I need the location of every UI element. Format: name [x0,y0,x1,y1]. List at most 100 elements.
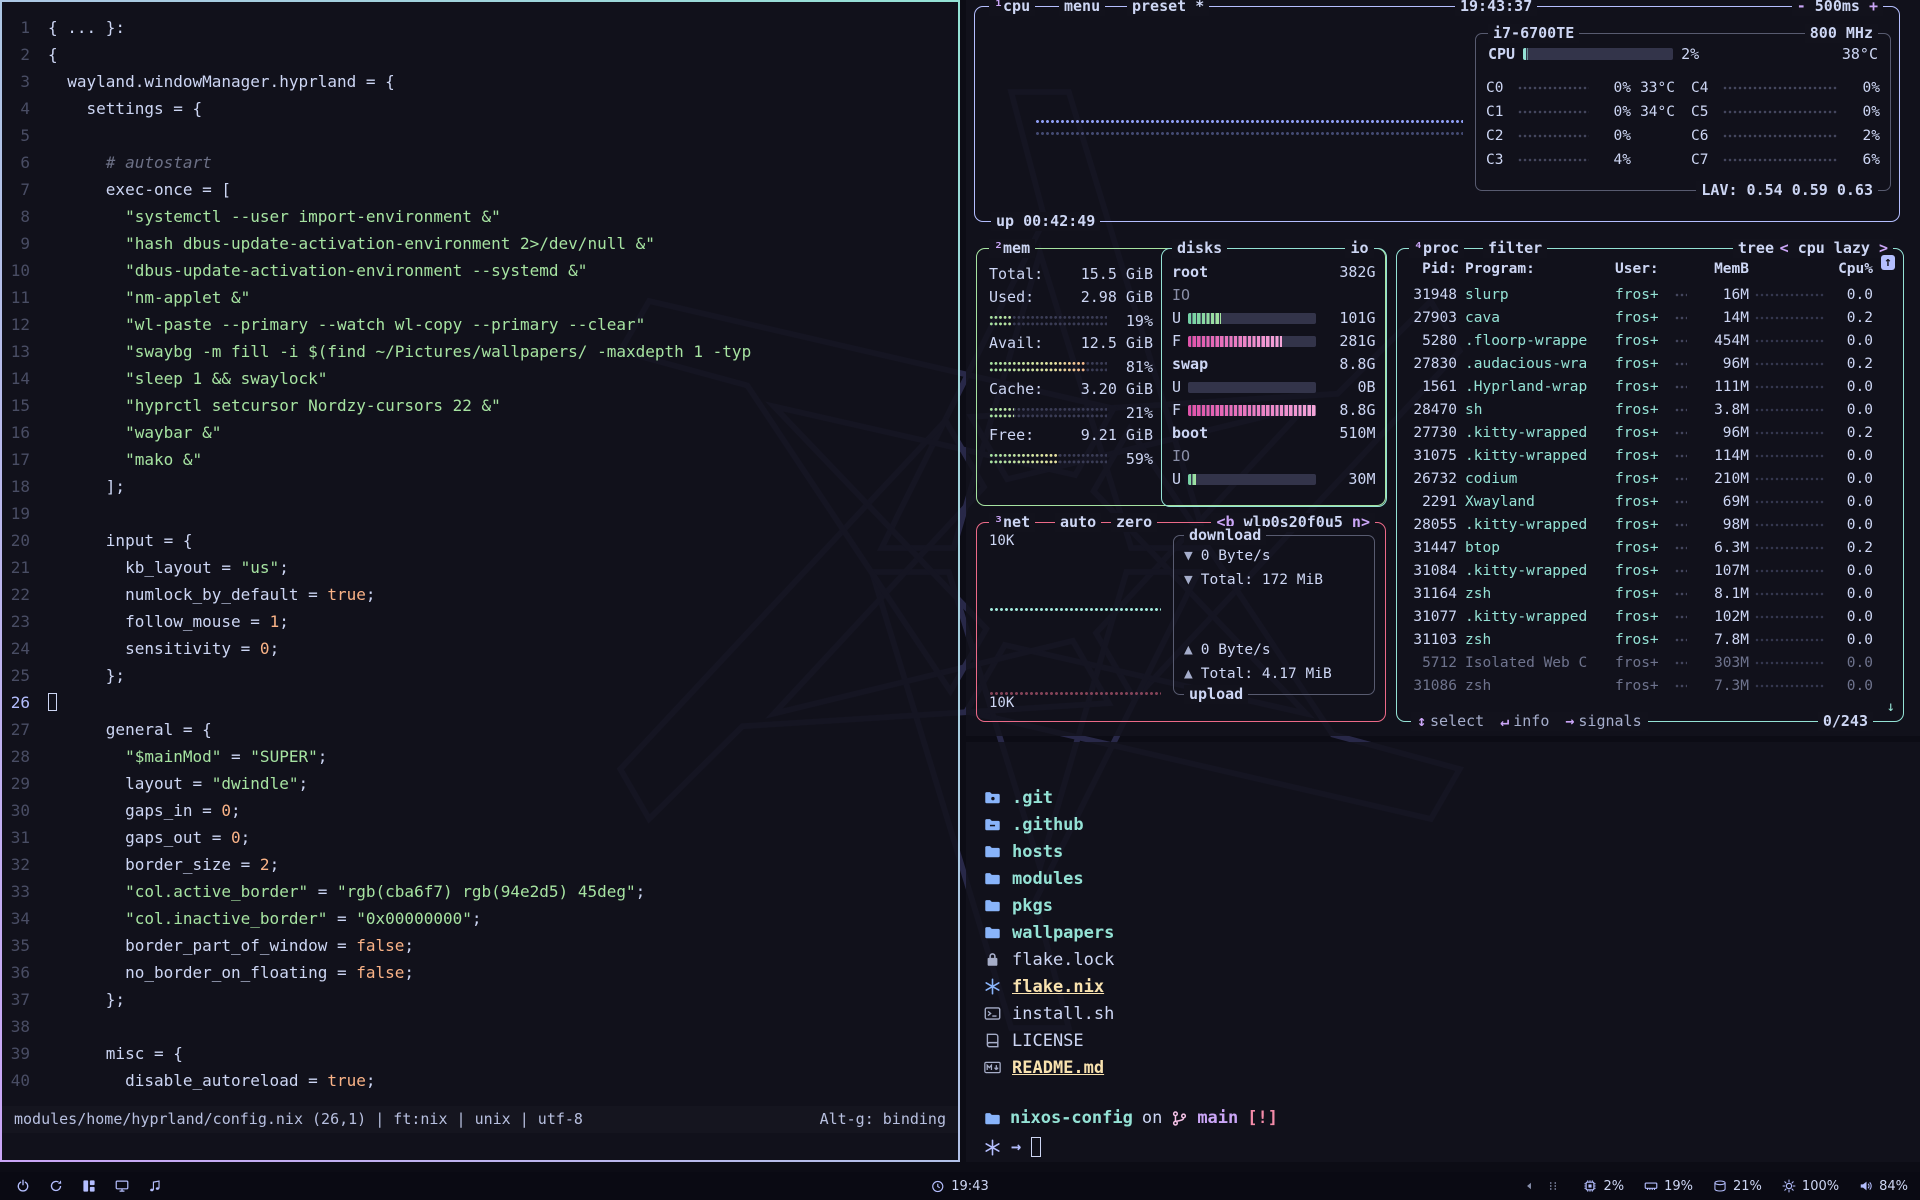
interval-plus-button[interactable]: + [1869,0,1878,15]
sort-prev-button[interactable]: < [1780,239,1789,257]
process-row[interactable]: 26732codiumfros+210M0.0 [1399,467,1901,490]
cpu-frequency: 800 MHz [1805,24,1878,43]
shell-prompt: nixos-config on main [!] [984,1108,1278,1128]
cpu-box-number: ¹ [994,0,1003,15]
core-percent: 0% [1844,104,1880,120]
process-row[interactable]: 27730.kitty-wrappedfros+96M0.2 [1399,421,1901,444]
iface-next-button[interactable]: n> [1343,513,1370,531]
leader-dots [1675,311,1687,325]
tray-dots-icon[interactable] [1547,1180,1559,1192]
proc-header-pid[interactable]: Pid: [1409,261,1465,277]
process-cpu: 0.2 [1831,540,1873,556]
process-row[interactable]: 28055.kitty-wrappedfros+98M0.0 [1399,513,1901,536]
process-row[interactable]: 31086zshfros+7.3M0.0 [1399,674,1901,697]
display-icon[interactable] [115,1179,129,1193]
leader-dots [1675,426,1687,440]
btop-pane[interactable]: ¹cpu menu preset * 19:43:37 - 500ms + i7… [966,0,1920,736]
btop-menu-button[interactable]: menu [1059,0,1105,16]
btop-tab-mem[interactable]: ²mem [989,239,1035,258]
btop-tab-cpu[interactable]: ¹cpu [989,0,1035,16]
brightness-module[interactable]: 100% [1782,1179,1839,1194]
disk-module[interactable]: 21% [1713,1179,1762,1194]
net-zero-toggle[interactable]: zero [1111,513,1157,532]
disks-io-toggle[interactable]: io [1345,239,1373,258]
disk-meter-row: F281G [1172,330,1376,353]
process-row[interactable]: 27903cavafros+14M0.2 [1399,306,1901,329]
terminal-pane[interactable]: .git.githubhostsmodulespkgswallpapersfla… [966,742,1920,1162]
net-upload-graph [989,691,1161,696]
code-line: 7 exec-once = [ [2,176,958,203]
file-row: LICENSE [984,1027,1114,1054]
code-line: 30 gaps_in = 0; [2,797,958,824]
line-number: 31 [2,824,48,851]
terminal-cursor [1031,1137,1041,1157]
cpu-value: 2% [1603,1179,1624,1194]
disk-meter-fill [1188,474,1196,485]
signals-button[interactable]: →signals [1565,712,1641,731]
upload-total: Total: 4.17 MiB [1201,662,1332,686]
btop-tab-net[interactable]: ³net [989,513,1035,532]
volume-module[interactable]: 84% [1859,1179,1908,1194]
info-button[interactable]: ↵info [1500,712,1549,731]
btop-tab-proc[interactable]: ⁴proc [1409,239,1464,258]
net-auto-toggle[interactable]: auto [1055,513,1101,532]
process-row[interactable]: 31075.kitty-wrappedfros+114M0.0 [1399,444,1901,467]
process-row[interactable]: 1561.Hyprland-wrapfros+111M0.0 [1399,375,1901,398]
process-row[interactable]: 31948slurpfros+16M0.0 [1399,283,1901,306]
proc-sort-control[interactable]: < cpu lazy > [1775,239,1893,258]
line-number: 13 [2,338,48,365]
cpu-module[interactable]: 2% [1583,1179,1624,1194]
btop-preset-button[interactable]: preset * [1127,0,1209,16]
process-pid: 31077 [1409,609,1465,625]
process-row[interactable]: 31164zshfros+8.1M0.0 [1399,582,1901,605]
code-line: 20 input = { [2,527,958,554]
code-token: ; [279,612,289,631]
code-text: input = { [48,527,193,554]
music-icon[interactable] [148,1179,162,1193]
layout-icon[interactable] [82,1179,96,1193]
proc-tree-toggle[interactable]: tree [1733,239,1779,258]
clock-module[interactable]: 19:43 [931,1179,988,1194]
process-row[interactable]: 28470shfros+3.8M0.0 [1399,398,1901,421]
process-name: Xwayland [1465,494,1615,510]
proc-header-cpu[interactable]: Cpu% [1831,261,1873,277]
process-row[interactable]: 31084.kitty-wrappedfros+107M0.0 [1399,559,1901,582]
btop-interval-control[interactable]: - 500ms + [1792,0,1883,16]
process-row[interactable]: 2291Xwaylandfros+69M0.0 [1399,490,1901,513]
code-area[interactable]: 1{ ... }:2{3 wayland.windowManager.hyprl… [2,14,958,1094]
proc-header-user[interactable]: User: [1615,261,1669,277]
process-row[interactable]: 27830.audacious-wrafros+96M0.2 [1399,352,1901,375]
process-name: .kitty-wrapped [1465,563,1615,579]
process-row[interactable]: 5280.floorp-wrappefros+454M0.0 [1399,329,1901,352]
power-icon[interactable] [16,1179,30,1193]
disk-io-label: IO [1172,284,1376,307]
proc-filter-button[interactable]: filter [1483,239,1547,258]
scroll-down-icon[interactable]: ↓ [1887,699,1895,715]
proc-header-memb[interactable]: MemB [1693,261,1749,277]
file-name: pkgs [1012,896,1053,916]
file-row: pkgs [984,892,1114,919]
scroll-up-icon[interactable]: ↑ [1881,255,1895,270]
process-row[interactable]: 31077.kitty-wrappedfros+102M0.0 [1399,605,1901,628]
editor-pane[interactable]: 1{ ... }:2{3 wayland.windowManager.hyprl… [0,0,960,1162]
shell-input-line[interactable]: → [984,1137,1041,1157]
process-mem: 303M [1693,655,1749,671]
code-token: "dwindle" [212,774,299,793]
process-row[interactable]: 31103zshfros+7.8M0.0 [1399,628,1901,651]
memory-module[interactable]: 19% [1644,1179,1693,1194]
statusline-file-info: modules/home/hyprland/config.nix (26,1) … [14,1106,583,1133]
interval-minus-button[interactable]: - [1797,0,1806,15]
process-cpu-graph [1755,379,1825,395]
download-speed-row: ▼0 Byte/s [1174,544,1374,568]
process-row[interactable]: 31447btopfros+6.3M0.2 [1399,536,1901,559]
select-button[interactable]: ↕select [1417,712,1484,731]
proc-header-program[interactable]: Program: [1465,261,1615,277]
reload-icon[interactable] [49,1179,63,1193]
process-row[interactable]: 5712Isolated Web Cfros+303M0.0 [1399,651,1901,674]
process-mem: 96M [1693,425,1749,441]
code-token: border_size = [125,855,260,874]
tray-arrow-icon[interactable] [1523,1180,1535,1192]
mem-stat-name: Total: [989,263,1043,286]
disks-title[interactable]: disks [1172,239,1227,258]
code-token: ; [472,909,482,928]
